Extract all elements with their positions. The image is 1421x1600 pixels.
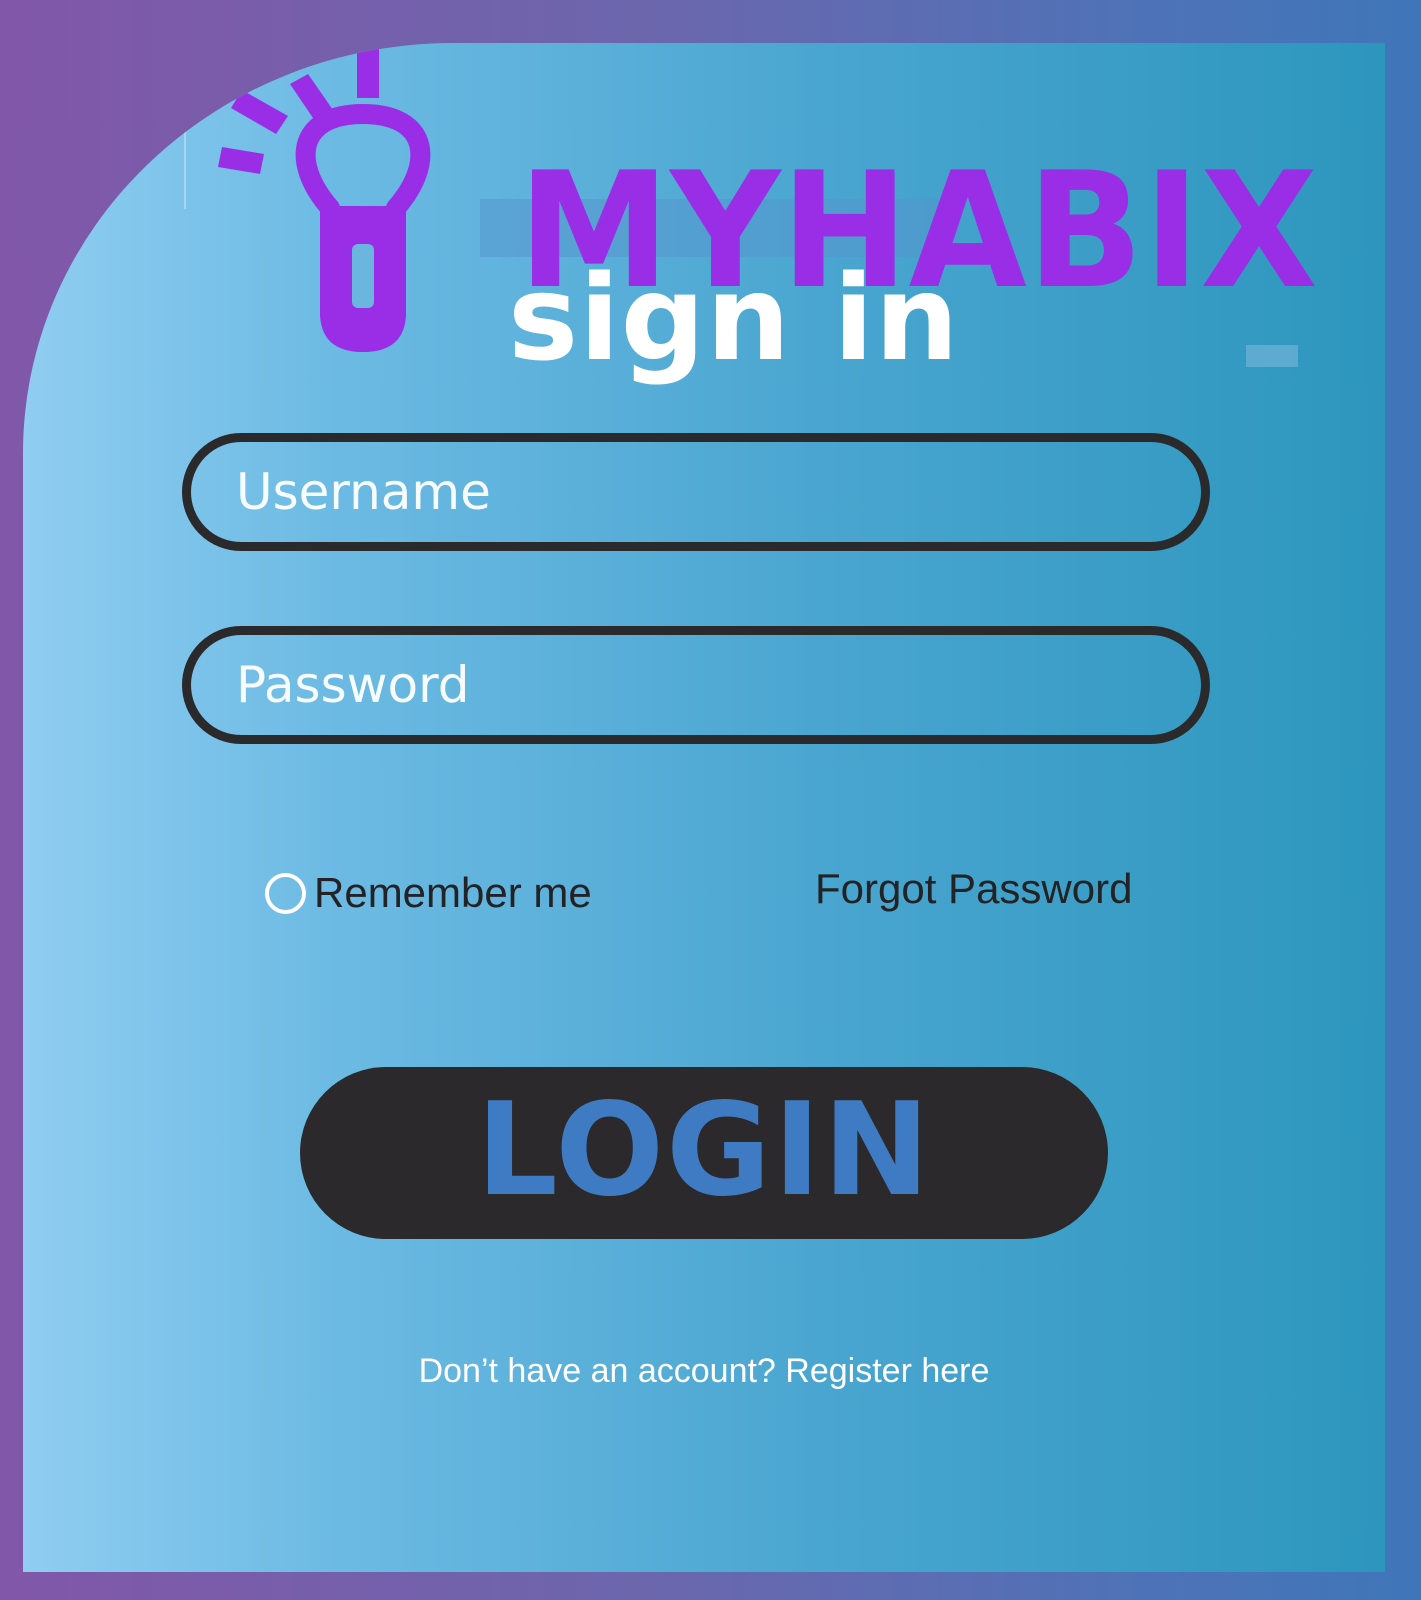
login-button[interactable]: LOGIN: [300, 1067, 1108, 1239]
faint-tag: [1246, 345, 1298, 367]
password-input[interactable]: [236, 643, 1156, 727]
radio-circle-icon[interactable]: [265, 872, 306, 914]
username-input[interactable]: [236, 450, 1156, 534]
lightbulb-icon: [218, 48, 431, 352]
forgot-password-link[interactable]: Forgot Password: [815, 861, 1132, 917]
password-field[interactable]: [182, 626, 1210, 744]
remember-me-label: Remember me: [314, 869, 592, 916]
register-link[interactable]: Don’t have an account? Register here: [23, 1349, 1385, 1393]
page-title: sign in: [508, 249, 960, 387]
remember-me-option[interactable]: Remember me: [265, 865, 592, 921]
login-button-label: LOGIN: [476, 1076, 932, 1225]
username-field[interactable]: [182, 433, 1210, 551]
login-panel: MYHABIX sign in Remember me Forgot Passw…: [23, 43, 1385, 1572]
divider-tick: [184, 99, 186, 209]
